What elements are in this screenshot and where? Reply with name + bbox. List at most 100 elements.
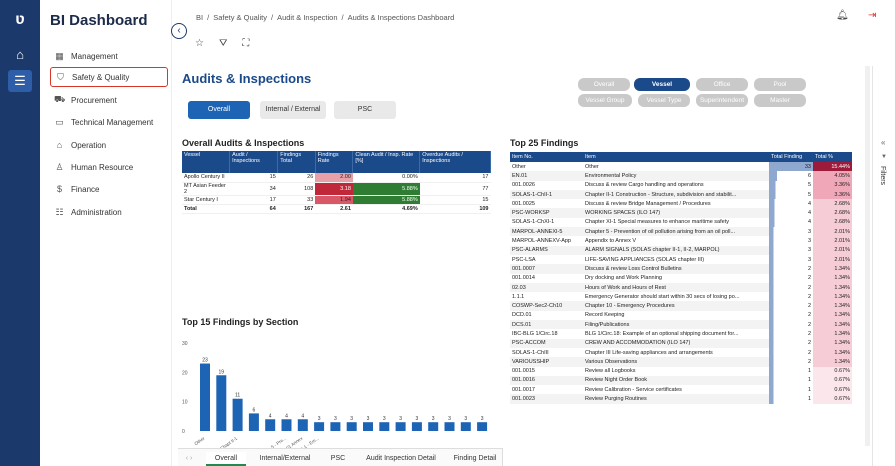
- star-icon[interactable]: ☆: [195, 38, 204, 49]
- column-header[interactable]: Vessel: [182, 151, 231, 173]
- filter-pill-office[interactable]: Office: [696, 78, 748, 91]
- table-row[interactable]: EN.01 Environmental Policy 6 4.05%: [510, 171, 852, 181]
- table-row[interactable]: 001.0025 Discuss & review Bridge Manageme…: [510, 199, 852, 209]
- page-nav-arrows[interactable]: ‹ ›: [180, 452, 198, 466]
- bar[interactable]: [297, 419, 308, 431]
- report-tab-finding-detail[interactable]: Finding Detail: [448, 452, 502, 466]
- table-cell: Other: [585, 163, 599, 170]
- bar[interactable]: [428, 422, 439, 431]
- bar[interactable]: [346, 422, 357, 431]
- table-row[interactable]: MARPOL-ANNEXI-5 Chapter 5 - Prevention of…: [510, 227, 852, 237]
- table-row[interactable]: SOLAS-1-ChII-1 Chapter II-1 Construction …: [510, 189, 852, 200]
- home-icon[interactable]: ⌂: [8, 44, 32, 66]
- sidebar-item-administration[interactable]: ☷ Administration: [50, 202, 168, 222]
- table-row[interactable]: PSC-LSA LIFE-SAVING APPLIANCES (SOLAS cha…: [510, 254, 852, 265]
- bar[interactable]: [444, 422, 455, 431]
- filters-panel[interactable]: « ▼ Filters: [872, 66, 895, 466]
- bar[interactable]: [216, 375, 227, 431]
- filter-pill-vessel[interactable]: Vessel: [634, 78, 690, 91]
- table-row[interactable]: 001.0007 Discuss & review Loss Control Bu…: [510, 264, 852, 274]
- collapse-sidebar-button[interactable]: ‹: [171, 23, 187, 39]
- building-icon: ⌂: [56, 140, 63, 150]
- sidebar-item-finance[interactable]: $ Finance: [50, 179, 168, 199]
- table-row[interactable]: 1.1.1 Emergency Generator should start wi…: [510, 292, 852, 302]
- filter-pill-vessel-group[interactable]: Vessel Group: [578, 94, 632, 107]
- bar[interactable]: [395, 422, 406, 431]
- bar[interactable]: [363, 422, 373, 431]
- report-tab-audit-inspection-detail[interactable]: Audit Inspection Detail: [360, 452, 442, 466]
- table-row[interactable]: SOLAS-1-ChIII Chapter III Life-saving app…: [510, 347, 852, 358]
- scrollbar[interactable]: [865, 66, 870, 446]
- table-row[interactable]: DCS.01 Filing/Publications 2 1.34%: [510, 320, 852, 330]
- bar[interactable]: [281, 419, 292, 431]
- sidebar-item-management[interactable]: ▦ Management: [50, 46, 168, 66]
- table-row[interactable]: 001.0017 Review Calibration - Service cer…: [510, 385, 852, 395]
- sidebar-item-procurement[interactable]: ⛟ Procurement: [50, 90, 168, 110]
- table-row[interactable]: 001.0026 Discuss & review Cargo handling …: [510, 180, 852, 190]
- table-row[interactable]: DCD.01 Record Keeping 2 1.34%: [510, 310, 852, 321]
- fullscreen-icon[interactable]: ⛶: [242, 38, 249, 49]
- bell-icon[interactable]: 🔔︎: [836, 10, 849, 21]
- table-row[interactable]: VARIOUSSHIP Various Observations 2 1.34%: [510, 357, 852, 367]
- double-chevron-icon[interactable]: «: [881, 138, 885, 147]
- breadcrumb-item[interactable]: Safety & Quality: [213, 13, 267, 22]
- bar[interactable]: [200, 363, 210, 431]
- filter-pill-overall[interactable]: Overall: [578, 78, 630, 91]
- bar[interactable]: [411, 422, 422, 431]
- bar[interactable]: [265, 419, 276, 431]
- tab-internal-external[interactable]: Internal / External: [260, 101, 326, 119]
- sidebar-item-safety-quality[interactable]: ⛉ Safety & Quality: [50, 67, 168, 87]
- column-header[interactable]: Item No.: [510, 152, 583, 162]
- breadcrumb-item[interactable]: Audit & Inspection: [277, 13, 337, 22]
- table-row[interactable]: PSC-ACCOM CREW AND ACCOMMODATION (ILO 147…: [510, 338, 852, 348]
- tab-psc[interactable]: PSC: [334, 101, 396, 119]
- report-tab-internal-external[interactable]: Internal/External: [254, 452, 316, 466]
- table-row[interactable]: 001.0016 Review Night Order Book 1 0.67%: [510, 375, 852, 386]
- column-header[interactable]: Audit / Inspections: [229, 151, 279, 173]
- sidebar-item-technical-management[interactable]: ▭ Technical Management: [50, 112, 168, 132]
- filter-pill-pool[interactable]: Pool: [754, 78, 806, 91]
- sidebar-item-human-resource[interactable]: ♙ Human Resource: [50, 157, 168, 177]
- table-row[interactable]: IBC-BLG 1/Circ.18 BLG 1/Circ.18: Example …: [510, 329, 852, 339]
- table-row[interactable]: 001.0023 Review Purging Routines 1 0.67%: [510, 394, 852, 404]
- table-row[interactable]: 001.0015 Review all Logbooks 1 0.67%: [510, 366, 852, 376]
- column-header[interactable]: Findings Total: [277, 151, 316, 173]
- column-header[interactable]: Total Finding: [769, 152, 813, 162]
- table-row[interactable]: Star Century I 17 33 1.94 5.88% 15: [182, 195, 491, 205]
- table-row[interactable]: 001.0014 Dry docking and Work Planning 2 1.…: [510, 273, 852, 283]
- table-row[interactable]: MT Asian Feeder 2 34 108 3.18 5.88% 77: [182, 182, 491, 196]
- table-row[interactable]: 02.03 Hours of Work and Hours of Rest 2 1.3…: [510, 282, 852, 293]
- table-row[interactable]: Apollo Century II 15 26 2.00 0.00% 17: [182, 173, 491, 183]
- bar[interactable]: [379, 422, 390, 431]
- filter-pill-master[interactable]: Master: [754, 94, 806, 107]
- bar[interactable]: [460, 422, 471, 431]
- table-row[interactable]: SOLAS-1-ChXI-1 Chapter XI-1 Special measu…: [510, 217, 852, 228]
- filter-pill-vessel-type[interactable]: Vessel Type: [638, 94, 690, 107]
- bar[interactable]: [330, 422, 341, 431]
- list-icon[interactable]: ☰: [8, 70, 32, 92]
- bar[interactable]: [232, 398, 243, 431]
- table-row[interactable]: MARPOL-ANNEXV-App Appendix to Annex V 3 2.0…: [510, 236, 852, 246]
- column-header[interactable]: Total %: [813, 152, 852, 162]
- column-header[interactable]: Findings Rate: [315, 151, 354, 173]
- bar[interactable]: [314, 422, 325, 431]
- bar[interactable]: [477, 422, 488, 431]
- report-tab-overall[interactable]: Overall: [206, 452, 246, 466]
- column-header[interactable]: Item: [583, 152, 769, 162]
- brand-logo-icon[interactable]: ʋ: [10, 10, 30, 30]
- breadcrumb-item[interactable]: BI: [196, 13, 203, 22]
- breadcrumb-item[interactable]: Audits & Inspections Dashboard: [348, 13, 455, 22]
- report-tab-psc[interactable]: PSC: [324, 452, 352, 466]
- column-header[interactable]: Clean Audit / Insp. Rate [%]: [352, 151, 421, 173]
- tab-overall[interactable]: Overall: [188, 101, 250, 119]
- logout-icon[interactable]: ⇥: [868, 10, 876, 21]
- sidebar-item-operation[interactable]: ⌂ Operation: [50, 135, 168, 155]
- table-row[interactable]: PSC-ALARMS ALARM SIGNALS (SOLAS chapter I…: [510, 245, 852, 255]
- table-row[interactable]: COSWP-Sec2-Ch10 Chapter 10 - Emergency Pr…: [510, 301, 852, 311]
- column-header[interactable]: Overdue Audits / Inspections: [419, 151, 491, 173]
- filter-icon[interactable]: ⛛: [219, 38, 227, 49]
- table-row[interactable]: PSC-WORKSP WORKING SPACES (ILO 147) 4 2.68%: [510, 208, 852, 218]
- table-row[interactable]: Other Other 33 15.44%: [510, 162, 852, 172]
- bar[interactable]: [248, 413, 259, 431]
- filter-pill-superintendent[interactable]: Superintendent: [696, 94, 748, 107]
